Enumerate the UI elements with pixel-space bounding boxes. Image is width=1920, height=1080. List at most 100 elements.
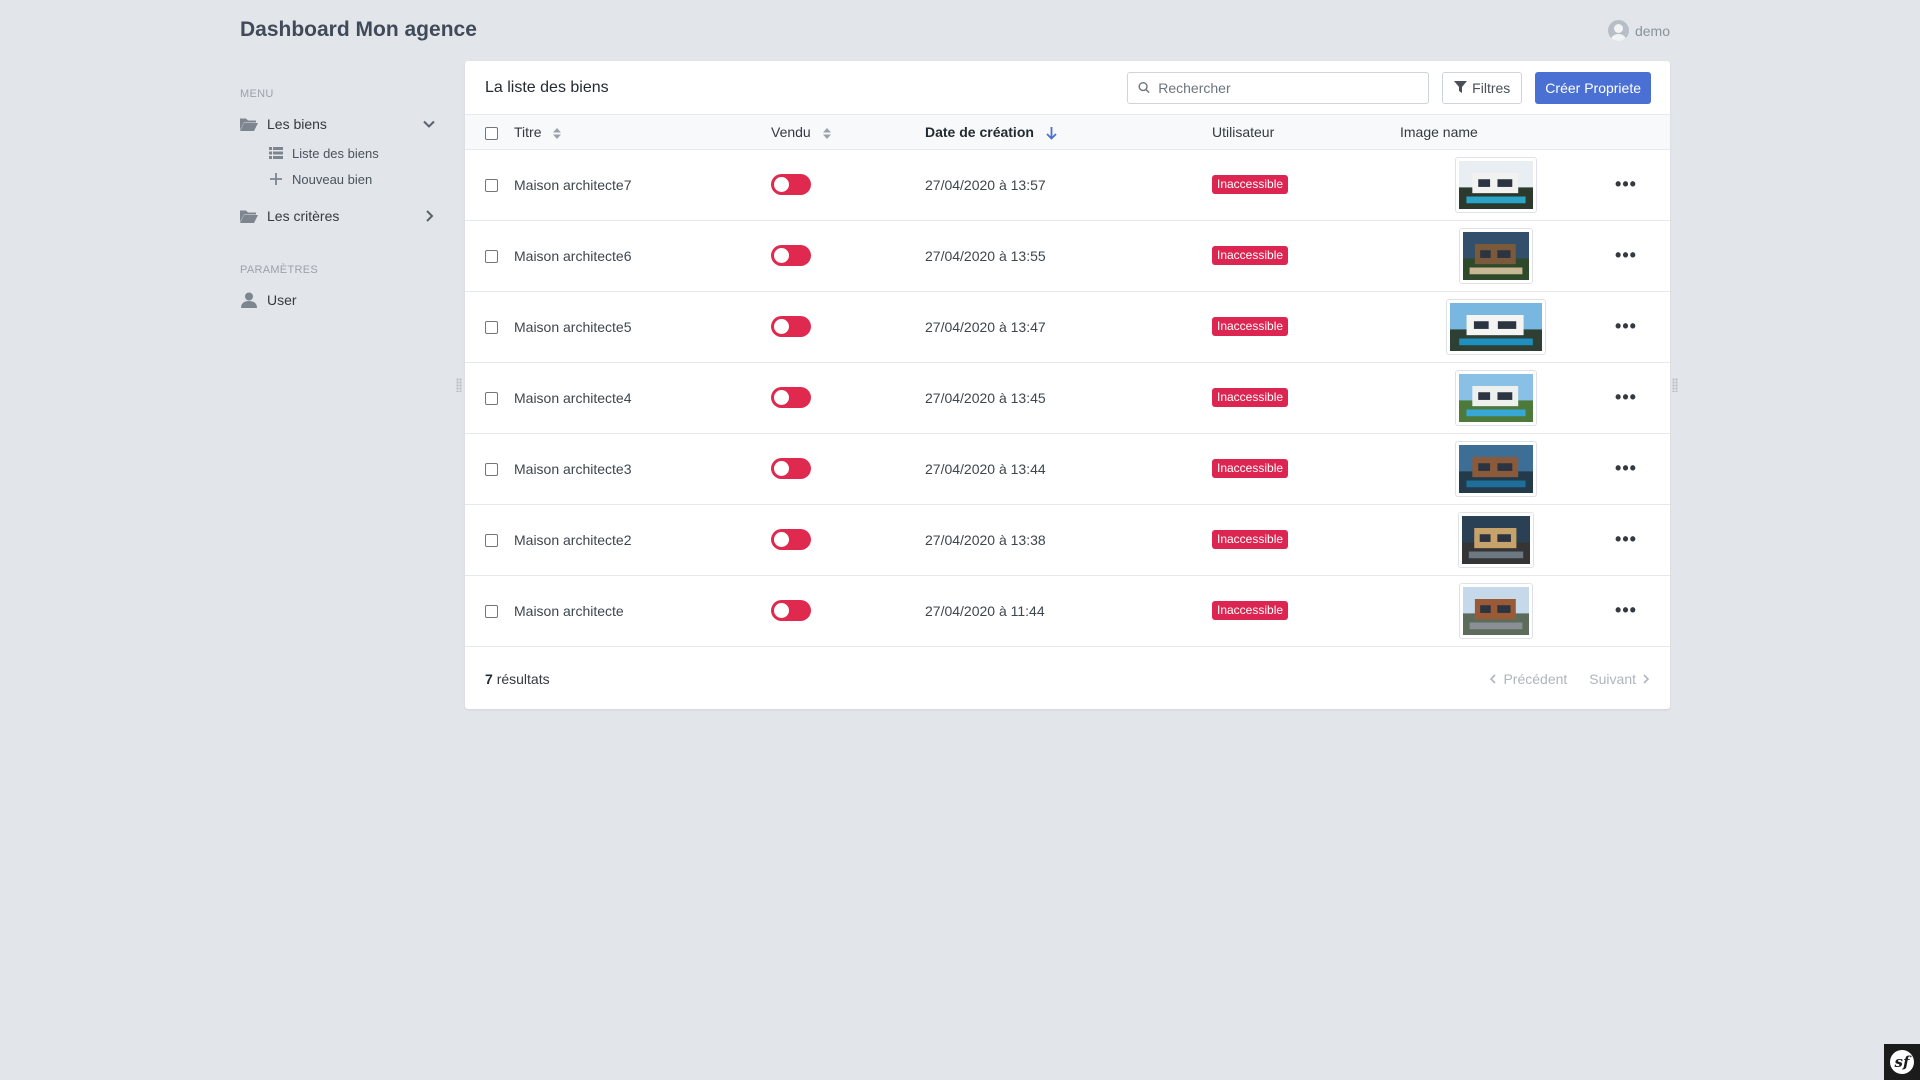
vendu-toggle[interactable] — [771, 529, 811, 550]
properties-table: Titre Vendu Date de création Utilisateur… — [465, 115, 1670, 647]
nav-group-les-biens[interactable]: Les biens — [240, 112, 440, 136]
row-actions-menu-icon[interactable]: ••• — [1615, 174, 1637, 194]
folder-open-icon — [240, 118, 258, 131]
search-input[interactable] — [1158, 79, 1419, 96]
table-row[interactable]: Maison architecte6 27/04/2020 à 13:55 In… — [465, 220, 1670, 291]
property-thumbnail[interactable] — [1458, 511, 1534, 568]
row-actions-menu-icon[interactable]: ••• — [1615, 316, 1637, 336]
results-number: 7 — [485, 670, 493, 687]
sidebar: MENU Les biens Liste des biens Nouveau b… — [240, 88, 440, 312]
house-photo-image — [1462, 515, 1530, 564]
house-photo-image — [1459, 373, 1533, 422]
status-badge: Inaccessible — [1212, 175, 1289, 194]
menu-section-label: MENU — [240, 88, 274, 100]
user-icon — [241, 292, 257, 308]
status-badge: Inaccessible — [1212, 246, 1289, 265]
left-resize-handle[interactable] — [456, 378, 462, 392]
symfony-toolbar-toggle[interactable]: sf — [1884, 1044, 1920, 1080]
nav-group-label: Les biens — [267, 116, 327, 132]
app-title: Dashboard Mon agence — [240, 18, 477, 41]
column-header-titre[interactable]: Titre — [514, 115, 771, 150]
table-row[interactable]: Maison architecte 27/04/2020 à 11:44 Ina… — [465, 575, 1670, 646]
search-box[interactable] — [1127, 71, 1430, 104]
row-checkbox[interactable] — [485, 463, 498, 477]
list-icon — [269, 147, 283, 159]
property-thumbnail[interactable] — [1455, 156, 1537, 213]
row-checkbox[interactable] — [485, 179, 498, 193]
property-title: Maison architecte7 — [514, 176, 632, 193]
properties-panel: La liste des biens Filtres Créer Proprie… — [465, 61, 1670, 709]
row-actions-menu-icon[interactable]: ••• — [1615, 387, 1637, 407]
sort-icon — [553, 127, 562, 139]
select-all-checkbox[interactable] — [485, 126, 498, 140]
user-menu[interactable]: demo — [1607, 20, 1670, 41]
filters-button[interactable]: Filtres — [1442, 71, 1523, 104]
previous-page-button[interactable]: Précédent — [1489, 671, 1567, 687]
property-title: Maison architecte2 — [514, 531, 632, 548]
user-avatar-icon — [1607, 20, 1629, 41]
pagination: Précédent Suivant — [1489, 671, 1650, 687]
sidebar-item-label: Liste des biens — [292, 145, 379, 161]
column-header-date-creation[interactable]: Date de création — [925, 115, 1212, 150]
next-page-button[interactable]: Suivant — [1589, 671, 1650, 687]
row-actions-menu-icon[interactable]: ••• — [1615, 245, 1637, 265]
filter-icon — [1454, 81, 1468, 93]
property-thumbnail[interactable] — [1455, 440, 1537, 497]
row-checkbox[interactable] — [485, 605, 498, 619]
table-row[interactable]: Maison architecte5 27/04/2020 à 13:47 In… — [465, 291, 1670, 362]
right-resize-handle[interactable] — [1672, 378, 1678, 392]
results-suffix: résultats — [496, 670, 550, 687]
search-icon — [1138, 81, 1150, 94]
row-actions-menu-icon[interactable]: ••• — [1615, 458, 1637, 478]
house-photo-image — [1459, 160, 1533, 209]
sidebar-item-user[interactable]: User — [240, 288, 440, 312]
row-actions-menu-icon[interactable]: ••• — [1615, 600, 1637, 620]
vendu-toggle[interactable] — [771, 387, 811, 408]
sidebar-item-label: Nouveau bien — [292, 171, 373, 187]
property-title: Maison architecte3 — [514, 460, 632, 477]
property-thumbnail[interactable] — [1446, 298, 1546, 355]
status-badge: Inaccessible — [1212, 317, 1289, 336]
property-thumbnail[interactable] — [1459, 582, 1533, 639]
column-header-label: Date de création — [925, 123, 1034, 140]
chevron-right-icon — [426, 210, 434, 222]
table-row[interactable]: Maison architecte4 27/04/2020 à 13:45 In… — [465, 362, 1670, 433]
nav-group-les-criteres[interactable]: Les critères — [240, 204, 440, 228]
status-badge: Inaccessible — [1212, 459, 1289, 478]
filters-label: Filtres — [1472, 79, 1511, 96]
table-row[interactable]: Maison architecte7 27/04/2020 à 13:57 In… — [465, 149, 1670, 220]
creation-date: 27/04/2020 à 13:47 — [925, 318, 1046, 335]
property-title: Maison architecte — [514, 602, 624, 619]
table-row[interactable]: Maison architecte3 27/04/2020 à 13:44 In… — [465, 433, 1670, 504]
vendu-toggle[interactable] — [771, 600, 811, 621]
status-badge: Inaccessible — [1212, 601, 1289, 620]
folder-open-icon — [240, 210, 258, 223]
property-title: Maison architecte4 — [514, 389, 632, 406]
row-checkbox[interactable] — [485, 321, 498, 335]
column-header-utilisateur: Utilisateur — [1212, 115, 1400, 150]
results-count: 7 résultats — [485, 671, 1489, 687]
vendu-toggle[interactable] — [771, 174, 811, 195]
row-checkbox[interactable] — [485, 250, 498, 264]
sidebar-item-nouveau-bien[interactable]: Nouveau bien — [240, 166, 440, 192]
create-property-button[interactable]: Créer Propriete — [1535, 71, 1651, 104]
property-thumbnail[interactable] — [1459, 227, 1533, 284]
creation-date: 27/04/2020 à 13:57 — [925, 176, 1046, 193]
column-header-vendu[interactable]: Vendu — [771, 115, 925, 150]
sidebar-item-liste-des-biens[interactable]: Liste des biens — [240, 140, 440, 166]
column-header-label: Vendu — [771, 123, 811, 140]
nav-group-label: Les critères — [267, 208, 340, 224]
vendu-toggle[interactable] — [771, 458, 811, 479]
plus-icon — [270, 173, 282, 185]
creation-date: 27/04/2020 à 13:44 — [925, 460, 1046, 477]
row-checkbox[interactable] — [485, 534, 498, 548]
creation-date: 27/04/2020 à 13:38 — [925, 531, 1046, 548]
row-checkbox[interactable] — [485, 392, 498, 406]
property-thumbnail[interactable] — [1455, 369, 1537, 426]
row-actions-menu-icon[interactable]: ••• — [1615, 529, 1637, 549]
vendu-toggle[interactable] — [771, 245, 811, 266]
page-title: La liste des biens — [485, 78, 609, 96]
vendu-toggle[interactable] — [771, 316, 811, 337]
property-title: Maison architecte5 — [514, 318, 632, 335]
table-row[interactable]: Maison architecte2 27/04/2020 à 13:38 In… — [465, 504, 1670, 575]
